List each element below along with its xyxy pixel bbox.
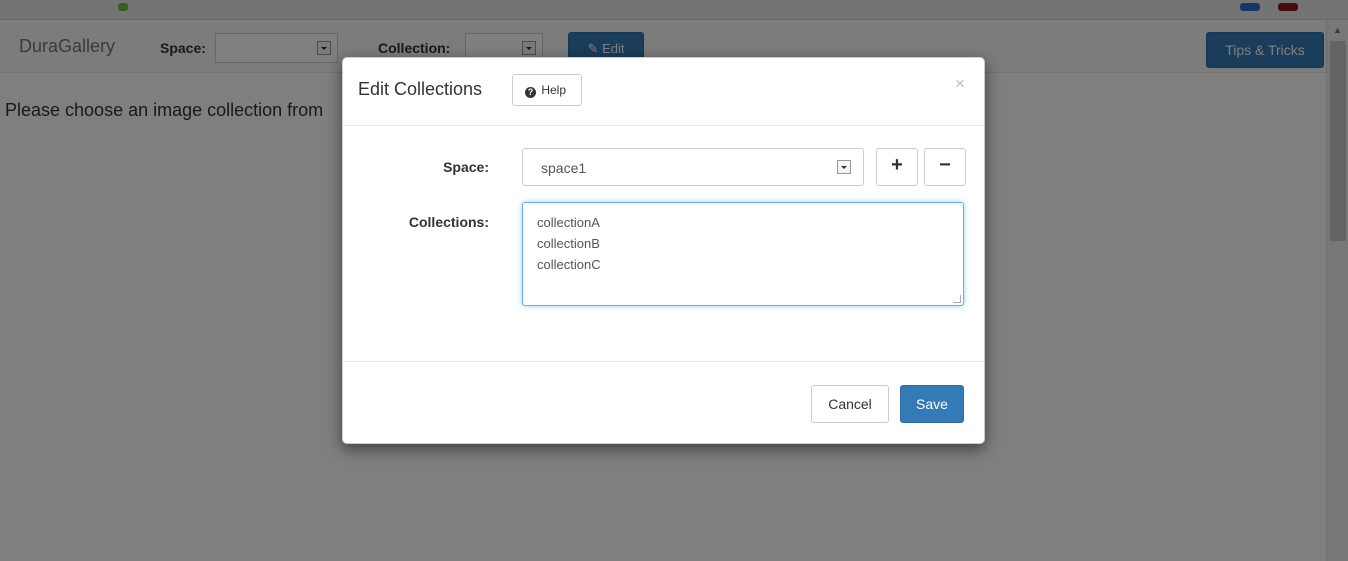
collection-line: collectionC: [537, 257, 601, 272]
help-button[interactable]: ? Help: [512, 74, 582, 106]
collection-line: collectionA: [537, 215, 600, 230]
space-dropdown[interactable]: space1: [522, 148, 864, 186]
modal-header: Edit Collections ? Help ×: [343, 58, 984, 126]
modal-title: Edit Collections: [358, 79, 483, 99]
space-dropdown-value: space1: [541, 160, 587, 176]
save-button[interactable]: Save: [900, 385, 964, 423]
collection-line: collectionB: [537, 236, 600, 251]
add-space-button[interactable]: +: [876, 148, 918, 186]
resize-handle[interactable]: [953, 295, 961, 303]
space-field-label: Space:: [443, 159, 489, 175]
remove-space-button[interactable]: −: [924, 148, 966, 186]
collections-textarea[interactable]: collectionA collectionB collectionC: [522, 202, 964, 306]
close-icon[interactable]: ×: [955, 74, 965, 94]
edit-collections-modal: Edit Collections ? Help × Space: space1 …: [342, 57, 985, 444]
question-circle-icon: ?: [525, 87, 536, 98]
cancel-button[interactable]: Cancel: [811, 385, 889, 423]
help-button-label: Help: [541, 83, 567, 97]
chevron-down-icon: [837, 160, 851, 174]
modal-footer-divider: [343, 361, 984, 362]
collections-field-label: Collections:: [408, 214, 489, 230]
